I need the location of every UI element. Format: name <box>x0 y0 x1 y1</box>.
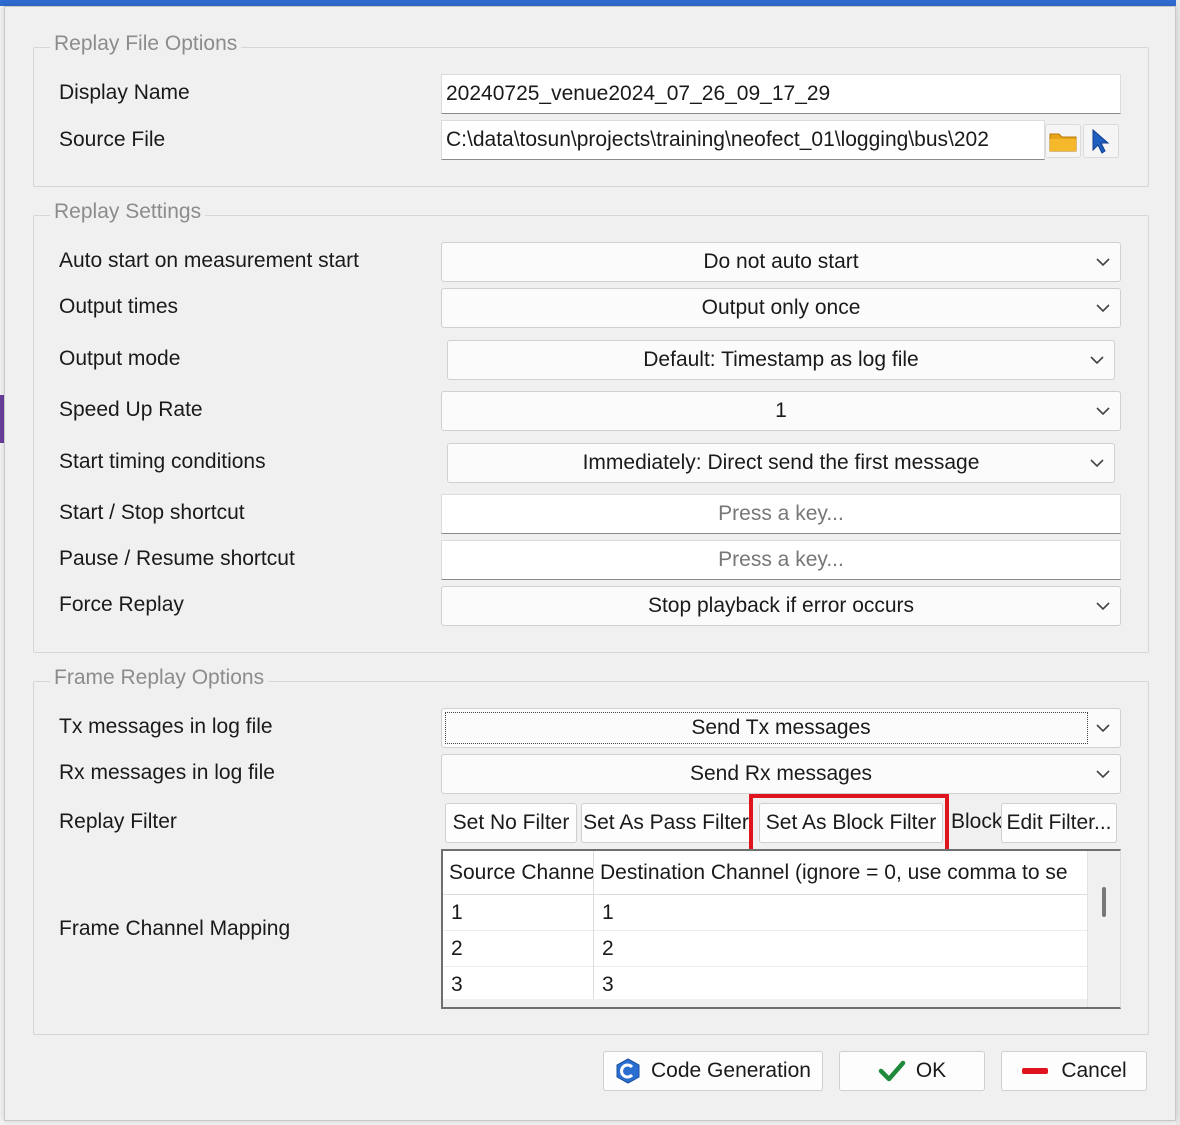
cursor-icon <box>1092 128 1110 154</box>
group-title: Frame Replay Options <box>50 666 269 690</box>
minus-icon <box>1022 1068 1049 1074</box>
source-file-label: Source File <box>59 128 166 151</box>
pause-resume-shortcut-input[interactable]: Press a key... <box>441 540 1121 580</box>
replay-filter-label: Replay Filter <box>59 810 177 833</box>
group-title: Replay Settings <box>50 200 206 224</box>
chevron-down-icon <box>1096 304 1110 313</box>
column-header-source[interactable]: Source Channel <box>443 851 593 895</box>
block-filter-status: Block <box>951 810 1001 833</box>
force-replay-label: Force Replay <box>59 593 184 616</box>
chevron-down-icon <box>1090 459 1104 468</box>
replay-options-dialog: Replay File Options Display Name 2024072… <box>4 6 1176 1121</box>
column-separator <box>593 851 594 1007</box>
focus-rect <box>445 712 1088 744</box>
output-times-label: Output times <box>59 295 179 318</box>
table-cell-destination[interactable]: 1 <box>594 895 1087 931</box>
start-timing-value: Immediately: Direct send the first messa… <box>582 451 980 474</box>
tx-messages-label: Tx messages in log file <box>59 715 273 738</box>
replay-file-options-group: Replay File Options <box>33 32 1149 187</box>
edit-filter-button[interactable]: Edit Filter... <box>1001 803 1117 843</box>
table-cell-source[interactable]: 1 <box>443 895 593 931</box>
checkmark-icon <box>878 1060 906 1082</box>
auto-start-value: Do not auto start <box>703 250 859 273</box>
auto-start-select[interactable]: Do not auto start <box>441 242 1121 282</box>
rx-messages-value: Send Rx messages <box>689 762 873 785</box>
output-times-value: Output only once <box>701 296 861 319</box>
source-file-input[interactable]: C:\data\tosun\projects\training\neofect_… <box>441 120 1045 160</box>
chevron-down-icon <box>1096 770 1110 779</box>
table-cell-destination[interactable]: 2 <box>594 931 1087 967</box>
browse-folder-button[interactable] <box>1045 124 1081 158</box>
set-no-filter-button[interactable]: Set No Filter <box>445 803 577 843</box>
chevron-down-icon <box>1096 407 1110 416</box>
chevron-down-icon <box>1090 356 1104 365</box>
vertical-scrollbar[interactable] <box>1087 851 1120 1007</box>
start-timing-label: Start timing conditions <box>59 450 266 473</box>
chevron-down-icon <box>1096 724 1110 733</box>
folder-icon <box>1049 133 1077 152</box>
display-name-input[interactable]: 20240725_venue2024_07_26_09_17_29 <box>441 74 1121 114</box>
pause-resume-shortcut-label: Pause / Resume shortcut <box>59 547 295 570</box>
ok-label: OK <box>915 1059 947 1082</box>
output-mode-label: Output mode <box>59 347 181 370</box>
table-cell-destination[interactable]: 3 <box>594 967 1087 1003</box>
background-edge <box>1176 0 1180 1125</box>
column-header-destination[interactable]: Destination Channel (ignore = 0, use com… <box>594 851 1087 895</box>
rx-messages-label: Rx messages in log file <box>59 761 275 784</box>
force-replay-select[interactable]: Stop playback if error occurs <box>441 586 1121 626</box>
code-generation-label: Code Generation <box>651 1059 811 1082</box>
pick-file-button[interactable] <box>1083 124 1119 158</box>
rx-messages-select[interactable]: Send Rx messages <box>441 754 1121 794</box>
ok-button[interactable]: OK <box>839 1051 985 1091</box>
speed-up-value: 1 <box>775 399 787 422</box>
speed-up-label: Speed Up Rate <box>59 398 203 421</box>
start-timing-select[interactable]: Immediately: Direct send the first messa… <box>447 443 1115 483</box>
output-mode-select[interactable]: Default: Timestamp as log file <box>447 340 1115 380</box>
output-times-select[interactable]: Output only once <box>441 288 1121 328</box>
code-generation-icon <box>616 1058 640 1084</box>
code-generation-button[interactable]: Code Generation <box>603 1051 823 1091</box>
display-name-label: Display Name <box>59 81 190 104</box>
scrollbar-thumb[interactable] <box>1102 887 1106 917</box>
cancel-label: Cancel <box>1061 1059 1127 1082</box>
group-title: Replay File Options <box>50 32 242 56</box>
start-stop-shortcut-label: Start / Stop shortcut <box>59 501 245 524</box>
channel-mapping-table[interactable]: Source Channel Destination Channel (igno… <box>441 849 1121 1009</box>
table-cell-source[interactable]: 2 <box>443 931 593 967</box>
speed-up-select[interactable]: 1 <box>441 391 1121 431</box>
auto-start-label: Auto start on measurement start <box>59 249 359 272</box>
horizontal-scrollbar[interactable] <box>443 999 1087 1007</box>
set-pass-filter-button[interactable]: Set As Pass Filter <box>581 803 751 843</box>
chevron-down-icon <box>1096 258 1110 267</box>
force-replay-value: Stop playback if error occurs <box>647 594 915 617</box>
tx-messages-select[interactable]: Send Tx messages <box>441 708 1121 748</box>
frame-channel-mapping-label: Frame Channel Mapping <box>59 917 291 940</box>
output-mode-value: Default: Timestamp as log file <box>643 348 919 371</box>
table-cell-source[interactable]: 3 <box>443 967 593 1003</box>
cancel-button[interactable]: Cancel <box>1001 1051 1147 1091</box>
start-stop-shortcut-input[interactable]: Press a key... <box>441 494 1121 534</box>
chevron-down-icon <box>1096 602 1110 611</box>
